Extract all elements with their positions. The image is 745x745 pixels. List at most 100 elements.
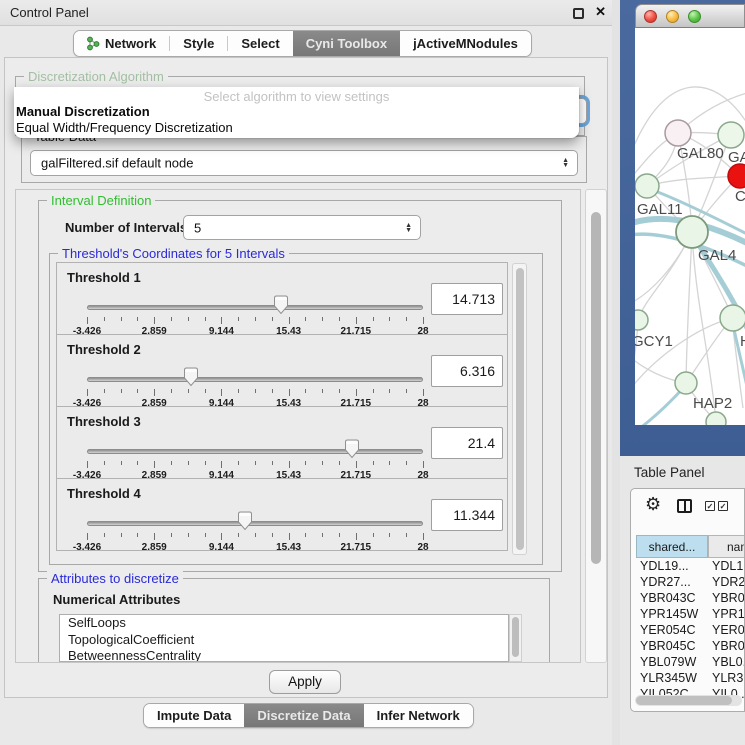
network-graph: GAL80 GA C GAL11 GAL4 GCY1 H HAP2 — [635, 28, 745, 425]
threshold-slider[interactable]: -3.4262.8599.14415.4321.71528 — [87, 437, 423, 477]
threshold-value-field[interactable]: 11.344 — [431, 499, 503, 531]
numerical-attributes-list[interactable]: SelfLoopsTopologicalCoefficientBetweenne… — [59, 614, 509, 662]
table-rows: YDL19...YDL1...YDR27...YDR2...YBR043CYBR… — [636, 559, 745, 703]
slider-ticks — [87, 389, 423, 397]
tab-label: Cyni Toolbox — [306, 36, 387, 51]
node-label: GAL11 — [637, 201, 683, 218]
cell-shared-name: YLR345W — [640, 671, 697, 686]
checkbox-icon[interactable]: ✓ — [718, 501, 728, 511]
threshold-row: Threshold 3 -3.4262.8599.14415.4321.7152… — [56, 406, 508, 479]
mac-zoom-icon[interactable] — [688, 10, 701, 23]
slider-thumb[interactable] — [344, 439, 360, 459]
node-label: GAL4 — [698, 247, 736, 264]
cell-name: YPR1... — [712, 607, 745, 622]
network-canvas[interactable]: GAL80 GA C GAL11 GAL4 GCY1 H HAP2 — [635, 28, 745, 425]
control-panel-titlebar: Control Panel ✕ — [0, 0, 612, 26]
float-window-icon[interactable] — [573, 8, 584, 19]
checkbox-icon[interactable]: ✓ — [705, 501, 715, 511]
threshold-row: Threshold 2 -3.4262.8599.14415.4321.7152… — [56, 334, 508, 407]
tab-style[interactable]: Style — [170, 31, 227, 56]
table-row[interactable]: YDL19...YDL1... — [636, 559, 745, 575]
tab-jactivemnodules[interactable]: jActiveMNodules — [400, 31, 531, 56]
scrollbar-thumb[interactable] — [512, 617, 519, 657]
slider-ticks — [87, 533, 423, 541]
algorithm-option[interactable]: Manual Discretization — [14, 104, 579, 120]
number-of-intervals-label: Number of Intervals — [65, 220, 187, 235]
column-header-shared-name[interactable]: shared... — [636, 535, 708, 558]
apply-button[interactable]: Apply — [269, 670, 341, 694]
slider-thumb[interactable] — [273, 295, 289, 315]
threshold-value-field[interactable]: 6.316 — [431, 355, 503, 387]
close-icon[interactable]: ✕ — [595, 4, 606, 20]
combo-stepper-icon: ▲▼ — [562, 158, 569, 168]
attribute-item[interactable]: BetweennessCentrality — [60, 648, 508, 662]
slider-track[interactable] — [87, 449, 423, 454]
node-gal4 — [676, 216, 708, 248]
cell-shared-name: YBR043C — [640, 591, 696, 606]
slider-track[interactable] — [87, 377, 423, 382]
algorithm-options: Manual DiscretizationEqual Width/Frequen… — [14, 104, 579, 136]
node-gcy1 — [635, 310, 648, 330]
node-gal11 — [635, 174, 659, 198]
table-panel-title: Table Panel — [634, 465, 705, 480]
number-of-intervals-combobox[interactable]: 5 ▲▼ — [183, 215, 421, 240]
slider-thumb[interactable] — [183, 367, 199, 387]
window-title: Control Panel — [10, 5, 89, 20]
number-of-intervals-value: 5 — [194, 220, 201, 235]
scrollbar-thumb[interactable] — [591, 212, 601, 564]
threshold-value-field[interactable]: 21.4 — [431, 427, 503, 459]
table-hscrollbar[interactable] — [635, 695, 742, 706]
columns-icon[interactable] — [677, 499, 692, 513]
column-header-name[interactable]: name — [708, 535, 745, 558]
tab-select[interactable]: Select — [228, 31, 292, 56]
cell-name: YLR3... — [712, 671, 745, 686]
node-red — [728, 164, 745, 188]
algorithm-hint: Select algorithm to view settings — [14, 87, 579, 104]
node-hap2 — [675, 372, 697, 394]
scrollbar-thumb[interactable] — [636, 696, 732, 705]
tab-infer-network[interactable]: Infer Network — [364, 704, 473, 727]
mac-close-icon[interactable] — [644, 10, 657, 23]
tab-network[interactable]: Network — [74, 31, 169, 56]
interval-definition-title: Interval Definition — [47, 193, 155, 208]
settings-scrollbar[interactable] — [585, 189, 607, 663]
table-row[interactable]: YBR043CYBR0... — [636, 591, 745, 607]
slider-track[interactable] — [87, 305, 423, 310]
node-label: GCY1 — [635, 333, 673, 350]
cell-name: YBR0... — [712, 639, 745, 654]
attribute-item[interactable]: TopologicalCoefficient — [60, 632, 508, 649]
tab-impute-data[interactable]: Impute Data — [144, 704, 244, 727]
interval-definition-group: Interval Definition Number of Intervals … — [38, 200, 562, 572]
cell-shared-name: YDR27... — [640, 575, 691, 590]
threshold-slider[interactable]: -3.4262.8599.14415.4321.71528 — [87, 509, 423, 549]
threshold-value-field[interactable]: 14.713 — [431, 283, 503, 315]
table-row[interactable]: YBR045CYBR0... — [636, 639, 745, 655]
slider-thumb[interactable] — [237, 511, 253, 531]
threshold-slider[interactable]: -3.4262.8599.14415.4321.71528 — [87, 365, 423, 405]
algorithm-option[interactable]: Equal Width/Frequency Discretization — [14, 120, 579, 136]
table-data-group: Table Data galFiltered.sif default node … — [21, 136, 587, 183]
thresholds-scrollbar[interactable] — [512, 263, 527, 555]
table-row[interactable]: YLR345W YLR3... — [636, 671, 745, 687]
node-partial-bottom — [706, 412, 726, 425]
table-row[interactable]: YDR27...YDR2... — [636, 575, 745, 591]
bottom-tab-strip: Impute DataDiscretize DataInfer Network — [143, 703, 474, 728]
cell-name: YDL1... — [712, 559, 745, 574]
attributes-scrollbar[interactable] — [509, 614, 522, 662]
mac-minimize-icon[interactable] — [666, 10, 679, 23]
table-row[interactable]: YPR145WYPR1... — [636, 607, 745, 623]
threshold-slider[interactable]: -3.4262.8599.14415.4321.71528 — [87, 293, 423, 333]
threshold-label: Threshold 1 — [67, 270, 141, 285]
tab-discretize-data[interactable]: Discretize Data — [244, 704, 363, 727]
gear-icon[interactable]: ⚙ — [645, 494, 661, 515]
attributes-title: Attributes to discretize — [47, 571, 183, 586]
table-data-combobox[interactable]: galFiltered.sif default node ▲▼ — [30, 150, 578, 176]
table-row[interactable]: YER054CYER0... — [636, 623, 745, 639]
discretization-algorithm-title: Discretization Algorithm — [24, 69, 168, 84]
slider-track[interactable] — [87, 521, 423, 526]
table-row[interactable]: YBL079WYBL0... — [636, 655, 745, 671]
attribute-item[interactable]: SelfLoops — [60, 615, 508, 632]
scrollbar-thumb[interactable] — [516, 268, 524, 550]
tab-cyni-toolbox[interactable]: Cyni Toolbox — [293, 31, 400, 56]
network-window-titlebar[interactable] — [635, 4, 745, 28]
